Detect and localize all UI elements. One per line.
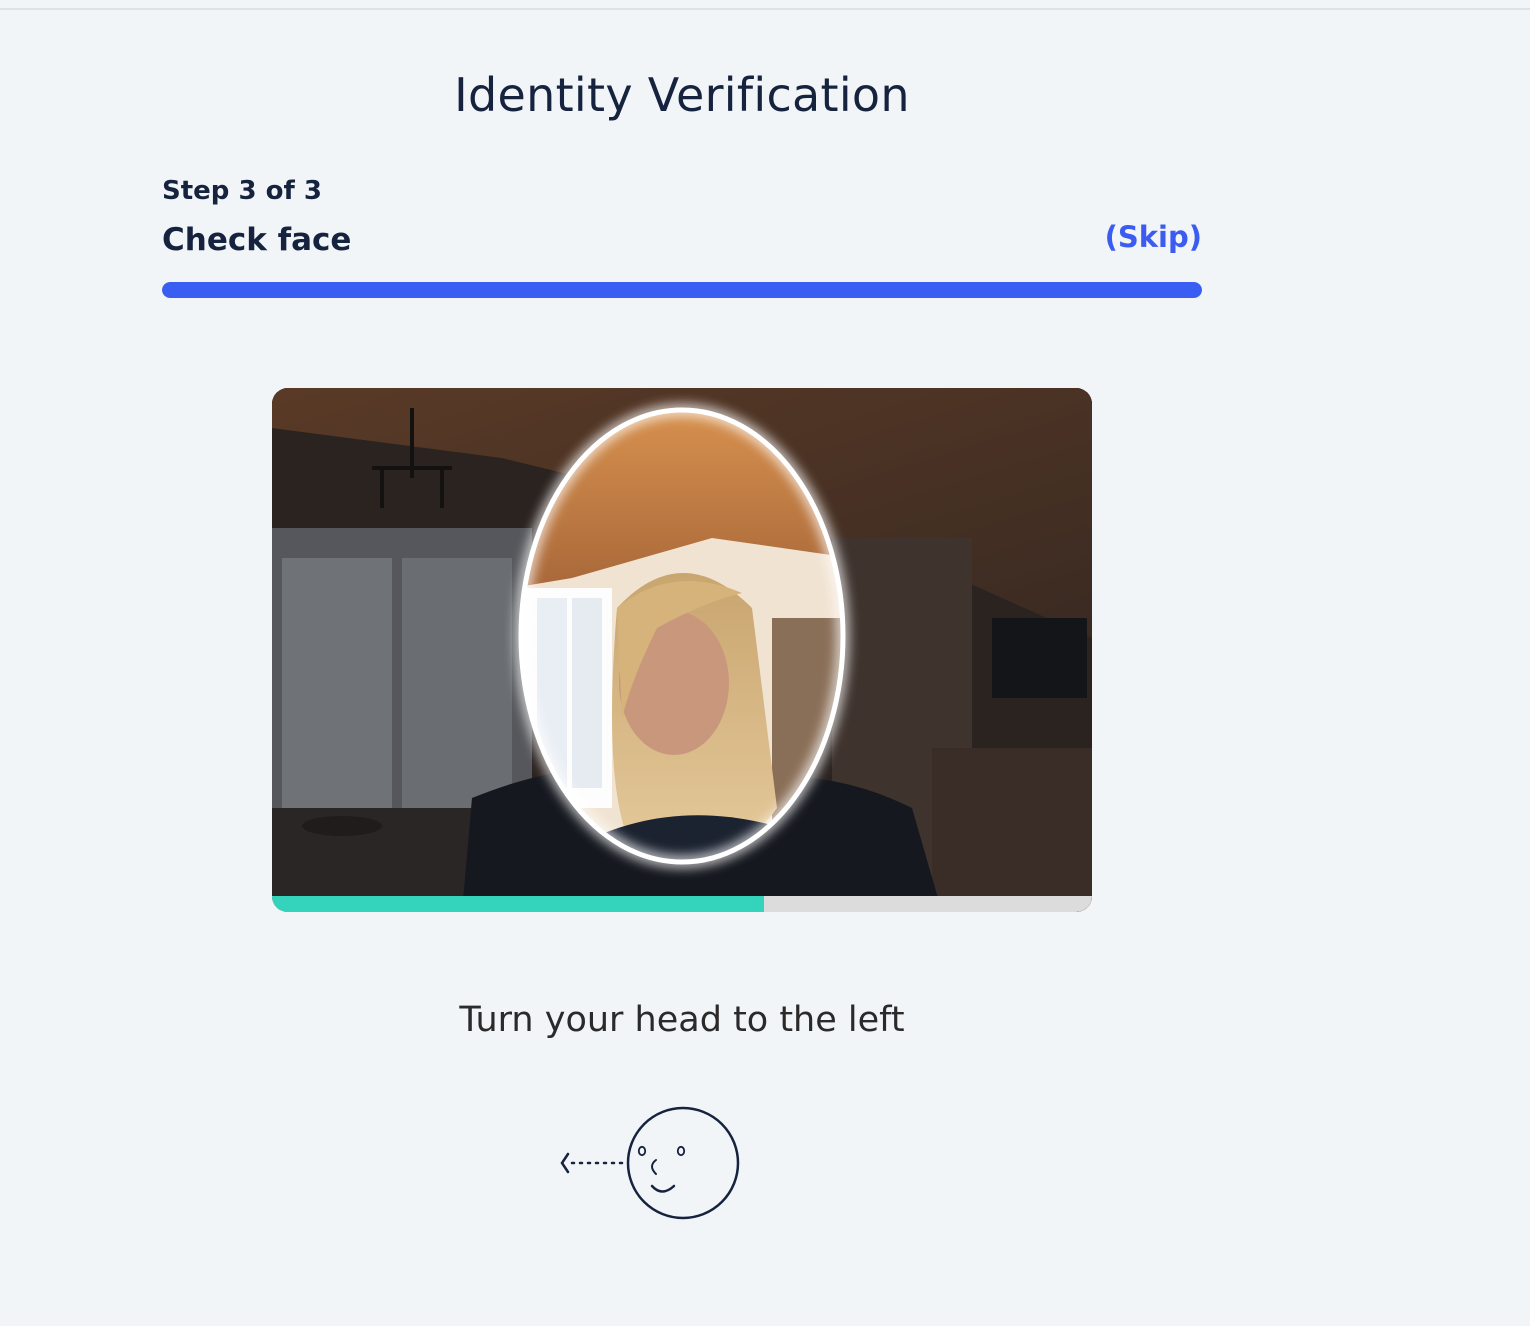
face-scan-progress-fill	[272, 896, 764, 912]
step-progress-bar	[162, 282, 1202, 298]
step-progress-fill	[162, 282, 1202, 298]
skip-link[interactable]: (Skip)	[1105, 220, 1202, 254]
instruction-text: Turn your head to the left	[459, 1000, 905, 1040]
page-title: Identity Verification	[454, 68, 910, 122]
camera-preview	[272, 388, 1092, 912]
camera-feed-image	[272, 388, 1092, 912]
face-turn-left-icon	[560, 1106, 740, 1220]
face-scan-progress-bar	[272, 896, 1092, 912]
step-counter: Step 3 of 3	[162, 176, 322, 206]
step-title: Check face	[162, 222, 352, 258]
top-divider	[0, 8, 1530, 10]
